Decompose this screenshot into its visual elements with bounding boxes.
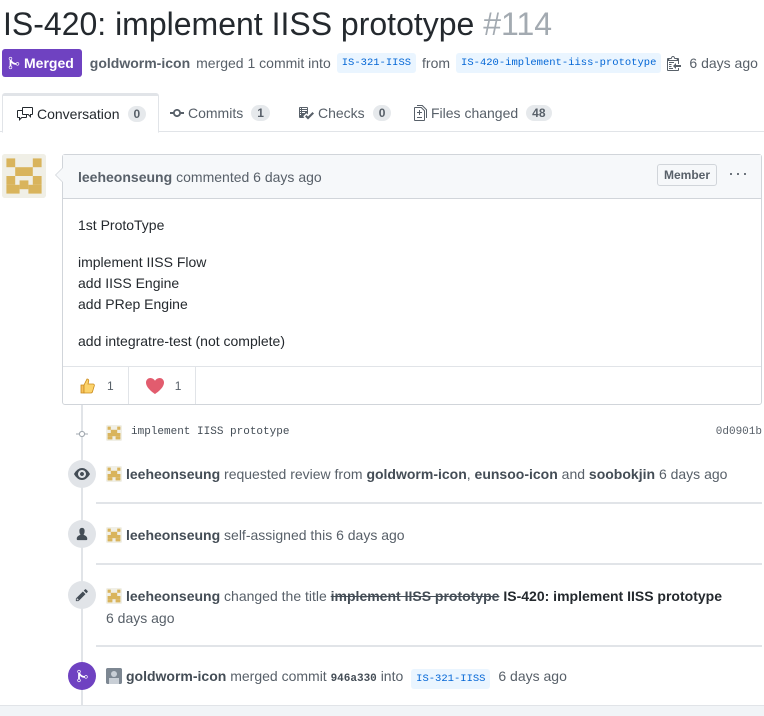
git-merge-icon [68,662,96,690]
avatar[interactable] [106,668,122,684]
event-text: requested review from [224,466,363,482]
reaction-thumbs-up[interactable]: 1 [63,367,129,404]
renamed-text: leeheonseung changed the title implement… [106,585,722,607]
event-text: merged commit [230,668,327,684]
new-title: IS-420: implement IISS prototype [503,588,722,604]
file-diff-icon [414,104,427,121]
event-time: 6 days ago [498,668,567,684]
timeline-divider [96,502,762,504]
member-badge: Member [656,164,717,186]
actor-link[interactable]: goldworm-icon [126,668,226,684]
from-text: from [422,55,451,71]
reviewer-link[interactable]: eunsoo-icon [475,466,558,482]
comment-paragraph: implement IISS Flow add IISS Engine add … [78,252,746,315]
old-title: implement IISS prototype [330,588,500,604]
commit-message[interactable]: implement IISS prototype [131,426,289,438]
clipboard-icon[interactable] [667,55,682,71]
comment-paragraph: 1st ProtoType [78,217,165,233]
comment-paragraph: add integratre-test (not complete) [78,333,285,349]
page-title: IS-420: implement IISS prototype #114 [3,2,552,46]
commit-sha[interactable]: 0d0901b [716,426,762,438]
avatar[interactable] [106,425,122,441]
self-assigned-text: leeheonseung self-assigned this 6 days a… [106,524,405,546]
tab-label: Conversation [37,106,120,122]
conjunction: and [561,466,586,482]
tab-counter: 0 [127,106,147,122]
pencil-icon [68,581,96,609]
actor-link[interactable]: leeheonseung [126,466,220,482]
tab-commits[interactable]: Commits 1 [170,93,270,132]
timeline-divider [96,645,762,647]
more-options-icon[interactable]: ··· [728,163,749,184]
comment-header: leeheonseung commented 6 days ago Member… [63,155,761,199]
event-text: changed the title [224,588,327,604]
tab-checks[interactable]: Checks 0 [298,93,392,132]
merge-time: 6 days ago [689,55,758,71]
separator: , [466,466,471,482]
comment-body: 1st ProtoType implement IISS Flow add II… [63,199,761,352]
base-branch[interactable]: IS-321-IISS [336,53,417,73]
pr-meta: Merged goldworm-icon merged 1 commit int… [2,48,760,78]
pr-tabs: Conversation 0 Commits 1 Checks 0 Files … [0,93,764,133]
avatar[interactable] [106,466,122,482]
base-branch[interactable]: IS-321-IISS [411,669,491,689]
head-branch[interactable]: IS-420-implement-iiss-prototype [456,53,662,73]
reviewer-link[interactable]: soobokjin [589,466,655,482]
tab-counter: 1 [251,104,270,121]
comment-line: add PRep Engine [78,296,188,312]
tab-files-changed[interactable]: Files changed 48 [414,93,552,132]
timeline-line [81,405,83,705]
reactions-bar: 1 1 [63,366,761,404]
avatar[interactable] [2,154,46,198]
event-text: self-assigned this [224,527,333,543]
timeline-footer [0,705,764,716]
person-icon [68,520,96,548]
git-commit-icon [76,428,88,440]
reaction-heart[interactable]: 1 [129,367,197,404]
comment-line: add IISS Engine [78,275,180,291]
comment-discussion-icon [17,107,33,121]
eye-icon [68,460,96,488]
reviewer-link[interactable]: goldworm-icon [366,466,466,482]
merged-event-text: goldworm-icon merged commit 946a330 into… [106,665,567,690]
tab-label: Files changed [431,104,519,121]
reaction-count: 1 [107,378,114,393]
git-merge-icon [8,56,20,70]
checklist-icon [299,106,314,119]
avatar[interactable] [106,527,122,543]
comment-author[interactable]: leeheonseung [78,169,172,185]
actor-link[interactable]: leeheonseung [126,588,220,604]
event-text: into [380,668,404,684]
merged-state-badge: Merged [2,49,82,77]
avatar[interactable] [106,588,122,604]
pr-author-link[interactable]: goldworm-icon [90,55,190,71]
pr-number: #114 [483,6,553,42]
actor-link[interactable]: leeheonseung [126,527,220,543]
merge-commit-sha[interactable]: 946a330 [331,673,377,685]
timeline-divider [96,563,762,565]
event-time: 6 days ago [658,466,728,482]
heart-icon [145,377,165,395]
comment-line: implement IISS Flow [78,254,207,270]
tab-label: Commits [188,104,244,121]
review-requested-text: leeheonseung requested review from goldw… [106,463,727,485]
comment-action: commented 6 days ago [176,168,322,185]
git-commit-icon [170,108,184,117]
comment-box: leeheonseung commented 6 days ago Member… [55,154,762,405]
thumbs-up-icon [79,377,97,395]
state-label: Merged [24,55,74,71]
event-time: 6 days ago [336,527,405,543]
event-time: 6 days ago [106,610,175,626]
tab-counter: 0 [372,104,392,121]
merged-text: merged 1 commit into [196,55,331,71]
reaction-count: 1 [174,378,182,393]
tab-conversation[interactable]: Conversation 0 [2,93,160,133]
tab-label: Checks [318,104,365,121]
pr-title: IS-420: implement IISS prototype [3,6,475,42]
tab-counter: 48 [526,104,552,121]
